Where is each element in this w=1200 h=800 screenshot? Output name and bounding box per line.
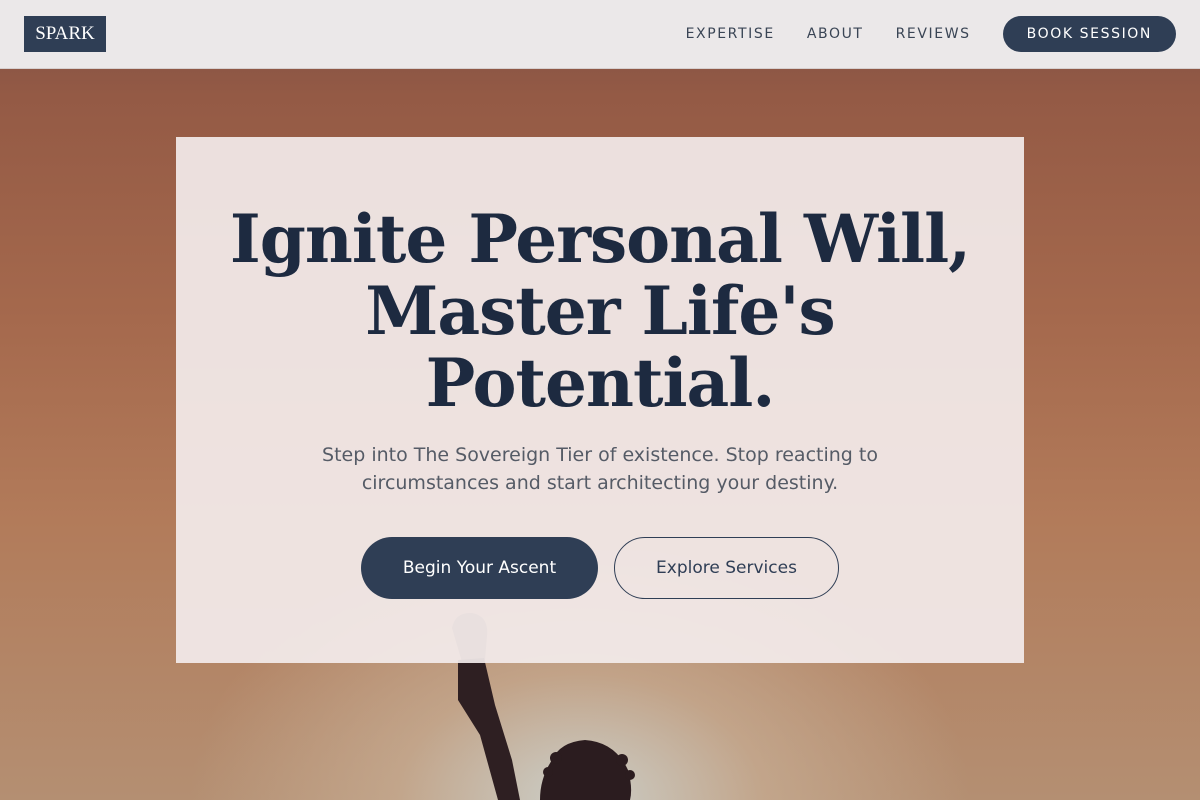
- nav-link-reviews[interactable]: REVIEWS: [896, 26, 971, 42]
- hero-headline: Ignite Personal Will, Master Life's Pote…: [176, 203, 1024, 419]
- begin-ascent-button[interactable]: Begin Your Ascent: [361, 537, 598, 599]
- explore-services-button[interactable]: Explore Services: [614, 537, 839, 599]
- brand-logo[interactable]: SPARK: [24, 16, 106, 52]
- headline-line-3: Potential.: [425, 344, 776, 422]
- hero-subtext: Step into The Sovereign Tier of existenc…: [322, 444, 878, 494]
- headline-line-1: Ignite Personal Will,: [229, 200, 971, 278]
- book-session-button[interactable]: BOOK SESSION: [1002, 16, 1176, 52]
- headline-line-2: Master Life's: [365, 272, 835, 350]
- hero-card: Ignite Personal Will, Master Life's Pote…: [176, 137, 1024, 663]
- nav-links: EXPERTISE ABOUT REVIEWS BOOK SESSION: [686, 16, 1176, 52]
- nav-link-about[interactable]: ABOUT: [807, 26, 864, 42]
- nav-link-expertise[interactable]: EXPERTISE: [686, 26, 775, 42]
- top-navigation-bar: SPARK EXPERTISE ABOUT REVIEWS BOOK SESSI…: [0, 0, 1200, 69]
